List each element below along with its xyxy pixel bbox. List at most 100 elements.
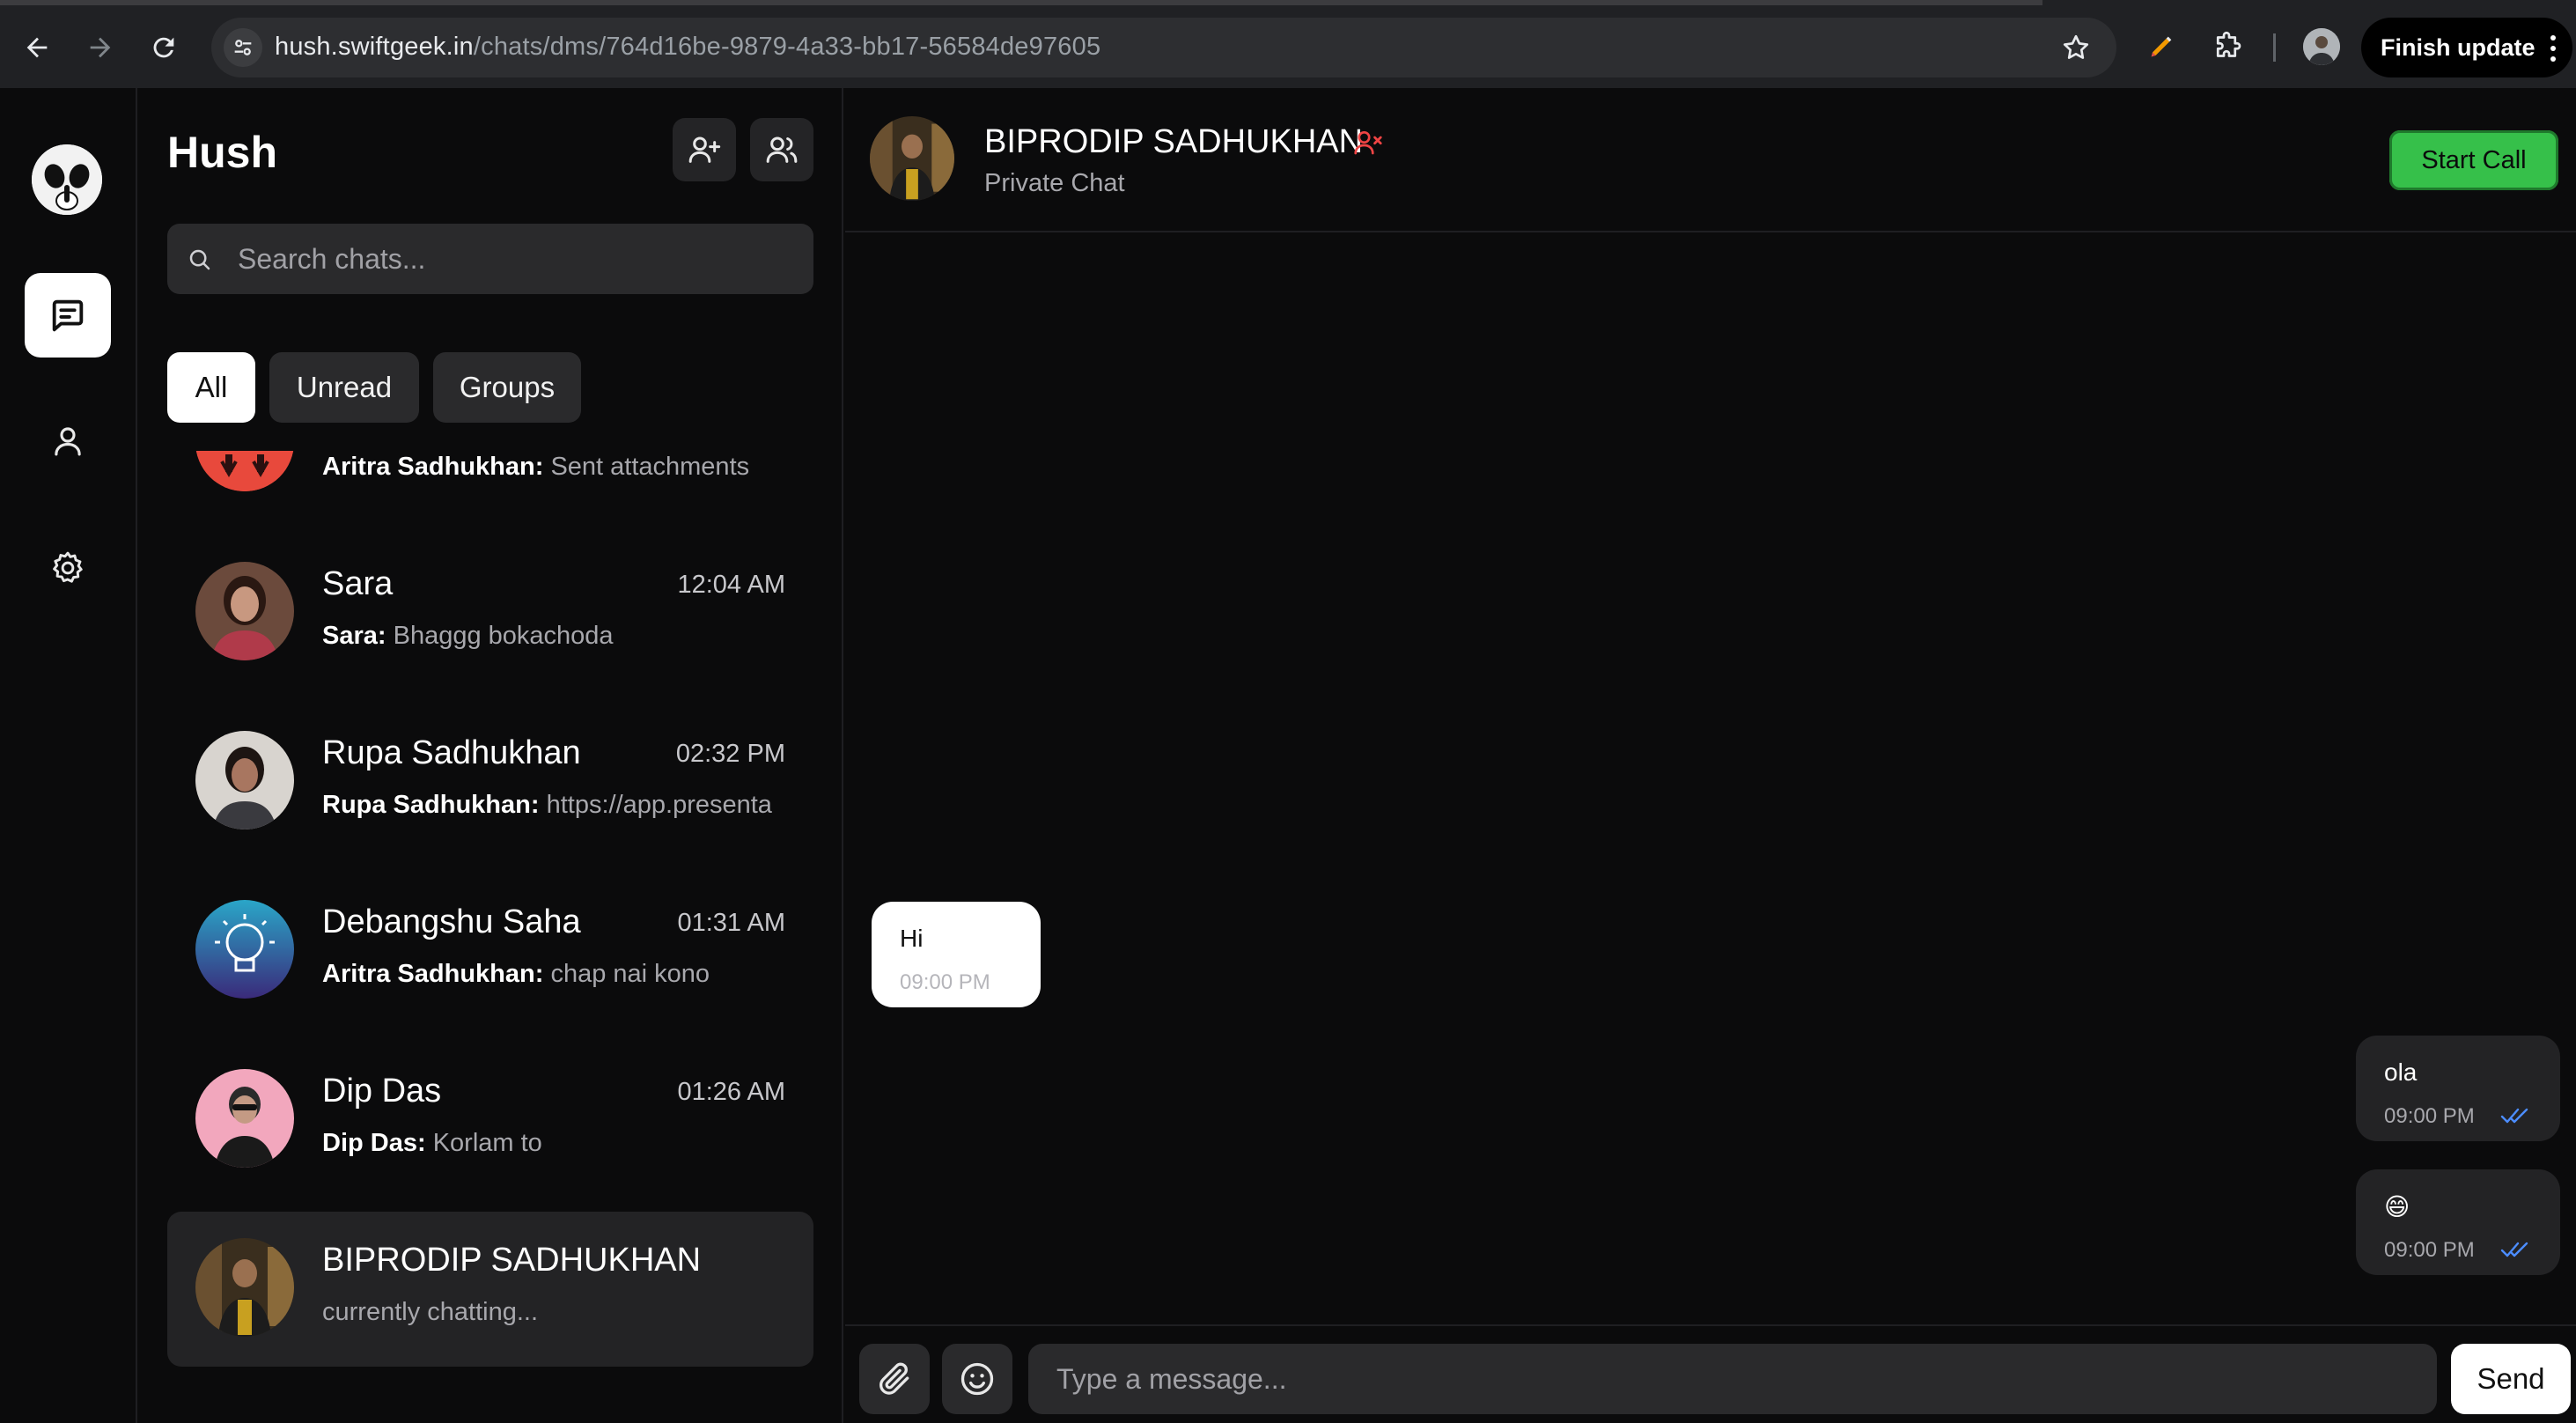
emoji-button[interactable]: [942, 1344, 1012, 1414]
back-icon: [26, 37, 48, 58]
message-time: 09:00 PM: [2384, 1104, 2475, 1128]
preview-text: chap nai kono: [550, 960, 710, 988]
extensions-button[interactable]: [2208, 28, 2245, 65]
preview-text: https://app.presenta: [546, 791, 772, 819]
puzzle-extensions-icon: [2216, 31, 2241, 57]
chat-name: Rupa Sadhukhan: [322, 734, 581, 771]
chat-name: Dip Das: [322, 1073, 442, 1110]
nav-profile-button[interactable]: [35, 409, 100, 474]
dipdas-avatar-photo: [195, 1069, 294, 1168]
paperclip-icon: [880, 1362, 909, 1395]
new-group-button[interactable]: [750, 118, 813, 181]
chat-name: Debangshu Saha: [322, 903, 581, 940]
avatar: [195, 731, 294, 829]
more-vert-icon: [2550, 35, 2557, 62]
add-friend-button[interactable]: [673, 118, 736, 181]
nav-chats-button[interactable]: [25, 273, 111, 358]
finish-update-label: Finish update: [2381, 33, 2536, 61]
read-receipt-icon: [2500, 1242, 2528, 1257]
chat-item-debangshu[interactable]: Debangshu Saha 01:31 AM Aritra Sadhukhan…: [167, 874, 813, 1029]
filter-unread[interactable]: Unread: [269, 352, 419, 423]
send-button[interactable]: Send: [2451, 1344, 2571, 1414]
chat-name: BIPRODIP SADHUKHAN: [322, 1242, 702, 1279]
read-receipt-icon: [2500, 1108, 2528, 1124]
preview-text: Korlam to: [432, 1129, 542, 1157]
chat-icon: [52, 299, 84, 332]
chat-item-rupa[interactable]: Rupa Sadhukhan 02:32 PM Rupa Sadhukhan: …: [167, 704, 813, 859]
contact-name: BIPRODIP SADHUKHAN: [984, 123, 1364, 160]
search-icon: [189, 249, 210, 270]
tab-strip: [0, 0, 2042, 5]
preview-sender: Aritra Sadhukhan:: [322, 453, 544, 481]
avatar: [195, 1069, 294, 1168]
message-outgoing: ola 09:00 PM: [2356, 1036, 2560, 1141]
chat-item-sara[interactable]: Sara 12:04 AM Sara: Bhaggg bokachoda: [167, 535, 813, 690]
avatar: [195, 562, 294, 660]
pencil-extension-button[interactable]: [2143, 28, 2180, 65]
app-nav-rail: [0, 88, 137, 1423]
group-avatar-icon: [195, 451, 294, 491]
user-icon: [55, 427, 81, 456]
preview-sender: Aritra Sadhukhan:: [322, 960, 544, 988]
url-path: /chats/dms/764d16be-9879-4a33-bb17-56584…: [473, 33, 1101, 61]
forward-button[interactable]: [79, 26, 121, 69]
back-button[interactable]: [16, 26, 58, 69]
chat-name: Sara: [322, 565, 394, 602]
profile-avatar[interactable]: [2303, 28, 2340, 65]
avatar: [195, 1238, 294, 1337]
chat-item-aritra[interactable]: Aritra Sadhukhan: Sent attachments: [167, 451, 813, 521]
chat-time: 01:26 AM: [677, 1078, 785, 1106]
reload-button[interactable]: [143, 26, 185, 69]
hush-face-icon: [32, 144, 102, 215]
contact-avatar[interactable]: [870, 116, 954, 201]
pencil-extension-icon: [2151, 36, 2172, 57]
message-text: 😄: [2384, 1193, 2410, 1220]
filter-groups[interactable]: Groups: [433, 352, 581, 423]
filter-all[interactable]: All: [167, 352, 255, 423]
chat-item-biprodip[interactable]: BIPRODIP SADHUKHAN currently chatting...: [167, 1212, 813, 1367]
url-text: hush.swiftgeek.in/chats/dms/764d16be-987…: [275, 33, 1100, 62]
biprodip-avatar-photo: [870, 116, 954, 201]
message-composer: Send: [845, 1324, 2576, 1423]
chat-item-dip-das[interactable]: Dip Das 01:26 AM Dip Das: Korlam to: [167, 1043, 813, 1198]
chat-preview: Aritra Sadhukhan: Sent attachments: [322, 453, 780, 482]
address-bar[interactable]: hush.swiftgeek.in/chats/dms/764d16be-987…: [211, 18, 2116, 77]
reload-icon: [153, 37, 174, 58]
message-text: ola: [2384, 1058, 2418, 1086]
site-info-button[interactable]: [224, 28, 262, 67]
smiley-icon: [960, 1362, 994, 1396]
lightbulb-avatar-icon: [195, 900, 294, 999]
rupa-avatar-photo: [195, 731, 294, 829]
finish-update-button[interactable]: Finish update: [2361, 18, 2572, 77]
attach-button[interactable]: [859, 1344, 930, 1414]
chat-preview: currently chatting...: [322, 1298, 780, 1327]
conversation-header: BIPRODIP SADHUKHAN Private Chat Start Ca…: [845, 88, 2576, 232]
message-input-box: [1028, 1344, 2437, 1414]
chat-type-label: Private Chat: [984, 169, 1125, 197]
preview-text: currently chatting...: [322, 1298, 538, 1326]
message-time: 09:00 PM: [2384, 1238, 2475, 1262]
biprodip-avatar-photo: [195, 1238, 294, 1337]
chat-time: 01:31 AM: [677, 909, 785, 937]
chat-preview: Sara: Bhaggg bokachoda: [322, 622, 780, 651]
nav-settings-button[interactable]: [35, 535, 100, 601]
browser-toolbar: hush.swiftgeek.in/chats/dms/764d16be-987…: [0, 0, 2576, 88]
profile-photo-icon: [2303, 28, 2340, 65]
start-call-button[interactable]: Start Call: [2389, 130, 2558, 190]
avatar: [195, 900, 294, 999]
preview-sender: Sara:: [322, 622, 386, 650]
message-time: 09:00 PM: [900, 970, 990, 994]
url-host: hush.swiftgeek.in: [275, 33, 474, 61]
gear-icon: [53, 551, 83, 583]
sara-avatar-photo: [195, 562, 294, 660]
search-input[interactable]: [238, 224, 792, 294]
search-box: [167, 224, 813, 294]
tune-icon: [234, 40, 252, 55]
preview-sender: Rupa Sadhukhan:: [322, 791, 540, 819]
preview-text: Bhaggg bokachoda: [393, 622, 614, 650]
bookmark-star-icon[interactable]: [2060, 32, 2092, 63]
hush-logo[interactable]: [32, 144, 102, 215]
message-input[interactable]: [1056, 1344, 2412, 1414]
remove-friend-icon[interactable]: [1352, 127, 1384, 159]
preview-sender: Dip Das:: [322, 1129, 426, 1157]
